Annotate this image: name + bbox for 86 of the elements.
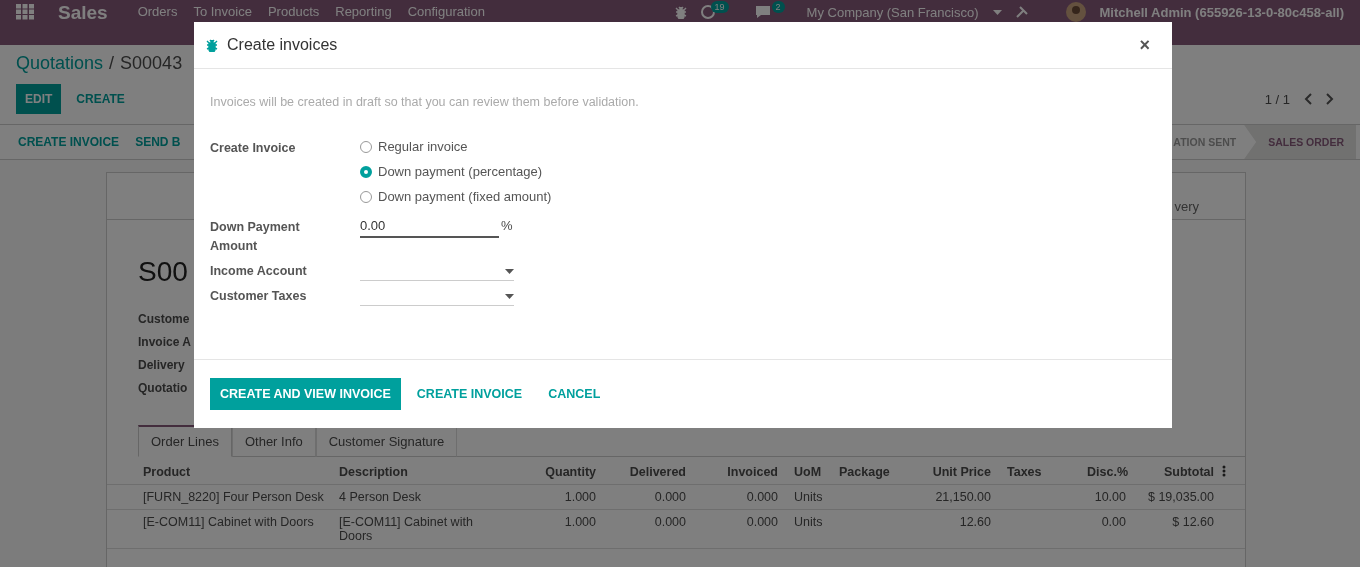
chat-icon[interactable] — [754, 5, 771, 19]
radio-button[interactable] — [360, 140, 372, 153]
menu-item[interactable]: Orders — [137, 4, 178, 20]
notebook-tab[interactable]: Order Lines — [138, 425, 232, 457]
column-header[interactable]: Quantity — [507, 465, 604, 479]
amount-field[interactable]: 0.00 — [360, 218, 499, 238]
caret-icon — [992, 9, 1002, 15]
table-cell-text: 0.00 — [1100, 515, 1127, 531]
table-cell-text: [FURN_8220] Four Person Desk — [142, 490, 325, 504]
previous-icon[interactable] — [1304, 93, 1312, 105]
field-label: Delivery — [138, 358, 185, 372]
radio-option[interactable]: Regular invoice — [360, 139, 468, 154]
table-cell-text: [E-COM11] Cabinet with Doors — [142, 515, 315, 531]
record-title: S00 — [138, 256, 188, 288]
field-label: Create Invoice — [210, 140, 297, 157]
user-menu[interactable]: Mitchell Admin (655926-13-0-80c458-all) — [1099, 4, 1344, 20]
table-cell-text: $ 19,035.00 — [1146, 490, 1215, 504]
bug-icon — [674, 5, 687, 19]
column-header[interactable]: Disc.% — [1079, 465, 1134, 479]
table-cell-text: 0.000 — [653, 490, 687, 504]
dialog-button[interactable]: CREATE INVOICE — [406, 378, 533, 410]
menu-item[interactable]: Products — [267, 4, 320, 20]
column-header[interactable]: Package — [831, 465, 893, 479]
radio-button[interactable] — [360, 165, 372, 178]
table-cell-text: Units — [793, 515, 824, 531]
table-cell-text: 0.000 — [745, 490, 779, 504]
edit-button[interactable]: EDIT — [16, 84, 62, 114]
activity-icon[interactable] — [700, 5, 715, 19]
message-count: 2 — [771, 1, 785, 13]
apps-icon[interactable] — [16, 4, 34, 20]
caret-icon — [505, 268, 514, 274]
status-action-button[interactable]: SEND B — [127, 135, 189, 149]
table-cell-text: 0.000 — [653, 515, 687, 531]
column-header[interactable]: Taxes — [999, 465, 1079, 479]
menu-item[interactable]: To Invoice — [193, 4, 252, 20]
menu-item[interactable]: Reporting — [335, 4, 392, 20]
tools-icon[interactable] — [1015, 6, 1028, 18]
column-header[interactable]: Description — [331, 465, 507, 479]
activity-count: 19 — [710, 1, 729, 13]
dialog-button[interactable]: CANCEL — [538, 378, 611, 410]
percent-suffix: % — [501, 218, 513, 233]
status-action-button[interactable]: CREATE INVOICE — [10, 135, 128, 149]
table-cell-text: 21,150.00 — [934, 490, 992, 504]
smart-button[interactable]: very — [1168, 198, 1205, 215]
caret-icon — [505, 293, 514, 299]
company-switcher[interactable]: My Company (San Francisco) — [806, 4, 979, 20]
avatar — [1065, 2, 1086, 22]
table-cell-text: Units — [793, 490, 824, 504]
status-stage[interactable]: SALES ORDER — [1244, 125, 1356, 159]
column-header[interactable]: Subtotal — [1134, 465, 1222, 479]
menu-item[interactable]: Configuration — [407, 4, 485, 20]
field-label: Customer Taxes — [210, 288, 308, 305]
breadcrumb-separator: / — [109, 53, 115, 74]
column-header[interactable]: Delivered — [604, 465, 694, 479]
table-cell-text: 4 Person Desk — [338, 490, 422, 504]
app-title: Sales — [58, 4, 108, 22]
radio-option[interactable]: Down payment (fixed amount) — [360, 189, 552, 204]
dialog-title: Create invoices — [227, 36, 338, 54]
table-cell-text: $ 12.60 — [1171, 515, 1215, 531]
bug-icon — [206, 38, 218, 52]
next-icon[interactable] — [1326, 93, 1334, 105]
field-label: Down Payment Amount — [210, 219, 301, 255]
column-header[interactable]: Unit Price — [893, 465, 999, 479]
field-label: Income Account — [210, 263, 308, 280]
table-cell-text: 0.000 — [745, 515, 779, 531]
field-label: Invoice A — [138, 335, 191, 349]
create-and-view-button[interactable]: CREATE AND VIEW INVOICE — [210, 378, 401, 410]
close-button[interactable]: × — [1133, 33, 1156, 57]
column-header[interactable]: Product — [135, 465, 331, 479]
field-label: Custome — [138, 312, 190, 326]
table-cell-text: [E-COM11] Cabinet with Doors — [338, 515, 474, 543]
table-cell-text: 12.60 — [958, 515, 992, 531]
table-cell-text: 1.000 — [563, 515, 597, 531]
create-button[interactable]: CREATE — [67, 84, 134, 114]
column-header[interactable]: Invoiced — [694, 465, 786, 479]
dialog-note: Invoices will be created in draft so that you can review them before validation. — [210, 95, 640, 109]
pager-value: 1 / 1 — [1264, 91, 1290, 107]
radio-option[interactable]: Down payment (percentage) — [360, 164, 543, 179]
table-cell-text: 1.000 — [563, 490, 597, 504]
field-label: Quotatio — [138, 381, 188, 395]
breadcrumb-current: S00043 — [120, 53, 183, 74]
breadcrumb-link[interactable]: Quotations — [16, 53, 104, 74]
kebab-icon[interactable] — [1222, 465, 1226, 477]
column-header[interactable]: UoM — [786, 465, 831, 479]
radio-button[interactable] — [360, 190, 372, 203]
table-cell-text: 10.00 — [1093, 490, 1127, 504]
